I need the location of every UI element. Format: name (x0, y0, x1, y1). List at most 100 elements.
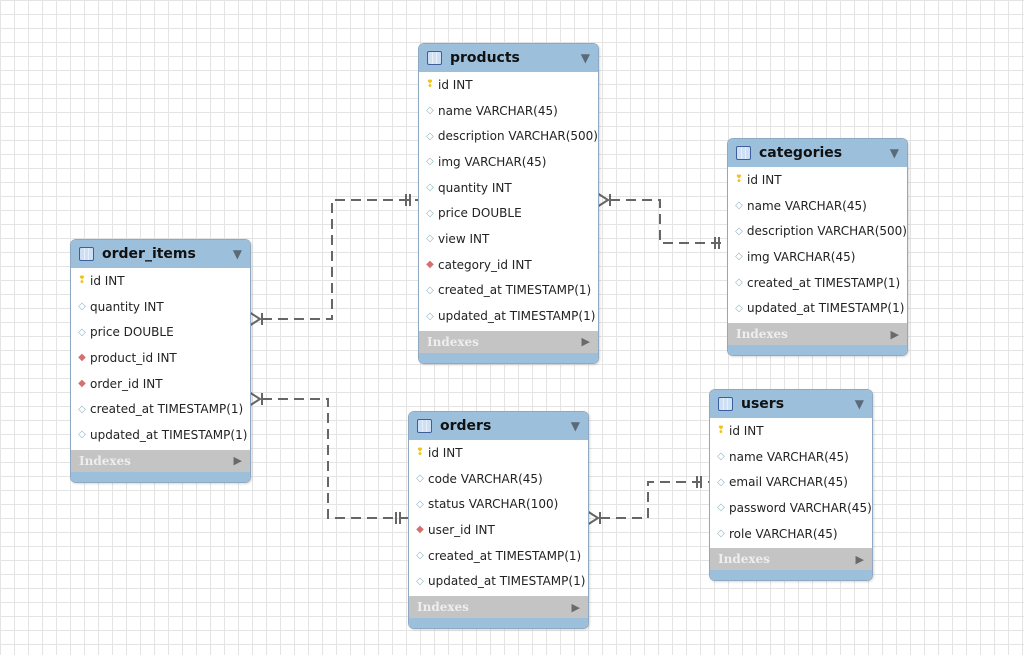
column-label: description VARCHAR(500) (437, 129, 598, 144)
indexes-label: Indexes (718, 552, 770, 567)
column-row[interactable]: ◇ created_at TIMESTAMP(1) (728, 270, 907, 296)
foreign-key-diamond-icon: ◆ (426, 259, 434, 271)
column-label: view INT (438, 231, 490, 246)
rel-orders-users[interactable] (586, 476, 709, 526)
rel-order_items-products[interactable] (248, 194, 418, 327)
column-row[interactable]: ◇ price DOUBLE (419, 200, 598, 226)
column-row[interactable]: ❢ id INT (728, 167, 907, 193)
indexes-label: Indexes (417, 600, 469, 615)
column-row[interactable]: ◇ view INT (419, 226, 598, 252)
table-order_items[interactable]: order_items ▼ ❢ id INT ◇ quantity INT ◇ price D… (70, 239, 251, 483)
column-row[interactable]: ◇ updated_at TIMESTAMP(1) (409, 568, 588, 594)
column-row[interactable]: ◇ updated_at TIMESTAMP(1) (728, 295, 907, 321)
column-row[interactable]: ◇ description VARCHAR(500) (728, 218, 907, 244)
expand-arrow-icon[interactable]: ▶ (234, 454, 242, 467)
column-row[interactable]: ◇ quantity INT (419, 175, 598, 201)
column-row[interactable]: ◆ order_id INT (71, 371, 250, 397)
column-row[interactable]: ◇ quantity INT (71, 294, 250, 320)
column-label: name VARCHAR(45) (438, 103, 558, 118)
collapse-triangle-icon[interactable]: ▼ (581, 51, 590, 65)
table-categories[interactable]: categories ▼ ❢ id INT ◇ name VARCHAR(45) ◇ desc… (727, 138, 908, 357)
column-diamond-icon: ◇ (735, 225, 743, 237)
column-label: updated_at TIMESTAMP(1) (747, 301, 905, 316)
column-label: product_id INT (90, 350, 177, 365)
collapse-triangle-icon[interactable]: ▼ (571, 419, 580, 433)
column-diamond-icon: ◇ (426, 310, 434, 322)
expand-arrow-icon[interactable]: ▶ (856, 553, 864, 566)
column-row[interactable]: ◇ description VARCHAR(500) (419, 123, 598, 149)
table-icon (736, 146, 751, 160)
indexes-section[interactable]: Indexes ▶ (710, 548, 872, 571)
column-row[interactable]: ◇ created_at TIMESTAMP(1) (71, 396, 250, 422)
column-row[interactable]: ◇ password VARCHAR(45) (710, 495, 872, 521)
column-row[interactable]: ◆ user_id INT (409, 517, 588, 543)
table-products[interactable]: products ▼ ❢ id INT ◇ name VARCHAR(45) ◇ descri… (418, 43, 599, 364)
key-icon: ❢ (734, 174, 744, 186)
collapse-triangle-icon[interactable]: ▼ (855, 397, 864, 411)
table-users[interactable]: users ▼ ❢ id INT ◇ name VARCHAR(45) ◇ email VAR… (709, 389, 873, 582)
column-diamond-icon: ◇ (426, 233, 434, 245)
column-diamond-icon: ◇ (717, 476, 725, 488)
column-label: id INT (90, 273, 125, 288)
column-row[interactable]: ❢ id INT (419, 72, 598, 98)
column-row[interactable]: ◇ name VARCHAR(45) (710, 444, 872, 470)
table-header[interactable]: categories ▼ (728, 139, 907, 167)
table-header[interactable]: order_items ▼ (71, 240, 250, 268)
column-row[interactable]: ◇ email VARCHAR(45) (710, 469, 872, 495)
column-label: price DOUBLE (438, 206, 522, 221)
column-row[interactable]: ◇ role VARCHAR(45) (710, 521, 872, 547)
indexes-section[interactable]: Indexes ▶ (419, 330, 598, 353)
column-row[interactable]: ❢ id INT (710, 418, 872, 444)
column-row[interactable]: ◇ created_at TIMESTAMP(1) (409, 543, 588, 569)
collapse-triangle-icon[interactable]: ▼ (890, 146, 899, 160)
table-header[interactable]: products ▼ (419, 44, 598, 72)
column-row[interactable]: ◇ status VARCHAR(100) (409, 491, 588, 517)
table-name: users (741, 396, 785, 412)
indexes-section[interactable]: Indexes ▶ (71, 449, 250, 472)
column-row[interactable]: ◇ price DOUBLE (71, 319, 250, 345)
column-label: created_at TIMESTAMP(1) (428, 548, 582, 563)
column-diamond-icon: ◇ (416, 473, 424, 485)
column-row[interactable]: ◇ updated_at TIMESTAMP(1) (71, 422, 250, 448)
column-diamond-icon: ◇ (78, 326, 86, 338)
column-label: email VARCHAR(45) (729, 475, 848, 490)
column-label: created_at TIMESTAMP(1) (747, 275, 901, 290)
column-label: created_at TIMESTAMP(1) (90, 402, 244, 417)
table-icon (79, 247, 94, 261)
rel-products-categories[interactable] (596, 192, 727, 249)
column-diamond-icon: ◇ (735, 277, 743, 289)
column-diamond-icon: ◇ (426, 130, 434, 142)
table-orders[interactable]: orders ▼ ❢ id INT ◇ code VARCHAR(45) ◇ status V… (408, 411, 589, 630)
table-header[interactable]: users ▼ (710, 390, 872, 418)
table-header[interactable]: orders ▼ (409, 412, 588, 440)
column-row[interactable]: ◇ name VARCHAR(45) (728, 193, 907, 219)
expand-arrow-icon[interactable]: ▶ (582, 335, 590, 348)
indexes-section[interactable]: Indexes ▶ (409, 596, 588, 619)
column-row[interactable]: ◇ name VARCHAR(45) (419, 98, 598, 124)
column-diamond-icon: ◇ (426, 156, 434, 168)
column-diamond-icon: ◇ (717, 528, 725, 540)
table-name: categories (759, 145, 843, 161)
column-label: status VARCHAR(100) (428, 497, 559, 512)
column-row[interactable]: ◇ img VARCHAR(45) (728, 244, 907, 270)
column-label: role VARCHAR(45) (729, 526, 838, 541)
column-row[interactable]: ❢ id INT (409, 440, 588, 466)
rel-order_items-orders[interactable] (248, 391, 408, 524)
column-row[interactable]: ◇ code VARCHAR(45) (409, 466, 588, 492)
column-row[interactable]: ◇ created_at TIMESTAMP(1) (419, 278, 598, 304)
collapse-triangle-icon[interactable]: ▼ (233, 247, 242, 261)
column-diamond-icon: ◇ (416, 498, 424, 510)
column-row[interactable]: ❢ id INT (71, 268, 250, 294)
table-footer (71, 471, 250, 482)
column-diamond-icon: ◇ (78, 403, 86, 415)
column-row[interactable]: ◇ updated_at TIMESTAMP(1) (419, 303, 598, 329)
indexes-section[interactable]: Indexes ▶ (728, 323, 907, 346)
column-label: order_id INT (90, 376, 163, 391)
expand-arrow-icon[interactable]: ▶ (572, 601, 580, 614)
foreign-key-diamond-icon: ◆ (78, 378, 86, 390)
column-row[interactable]: ◆ category_id INT (419, 252, 598, 278)
expand-arrow-icon[interactable]: ▶ (891, 328, 899, 341)
column-row[interactable]: ◇ img VARCHAR(45) (419, 149, 598, 175)
column-row[interactable]: ◆ product_id INT (71, 345, 250, 371)
column-diamond-icon: ◇ (717, 451, 725, 463)
